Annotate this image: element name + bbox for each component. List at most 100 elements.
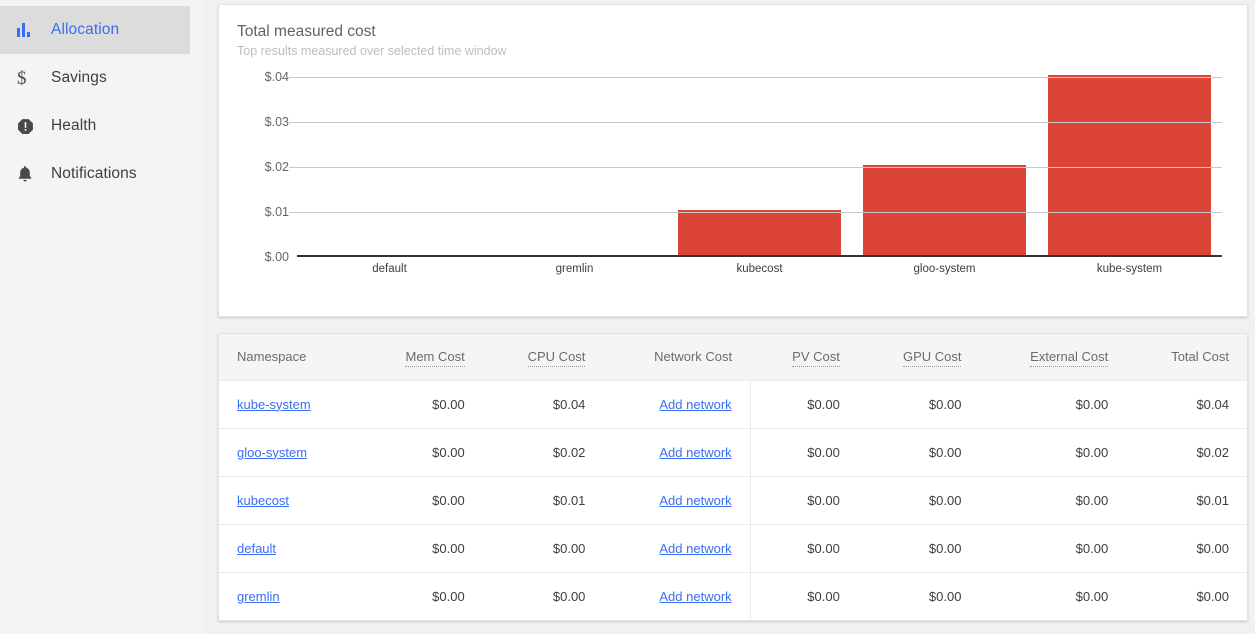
table-body: kube-system$0.00$0.04Add network$0.00$0.… <box>219 380 1247 620</box>
add-network-link[interactable]: Add network <box>659 589 731 604</box>
cell-total: $0.00 <box>1126 572 1247 620</box>
table-row: kubecost$0.00$0.01Add network$0.00$0.00$… <box>219 476 1247 524</box>
cell-gpu: $0.00 <box>858 572 980 620</box>
bar-kubecost[interactable] <box>678 210 841 255</box>
sidebar-item-label: Savings <box>51 69 107 87</box>
namespace-link[interactable]: gremlin <box>237 589 280 604</box>
bar-chart: $.00$.01$.02$.03$.04 defaultgremlinkubec… <box>219 77 1249 292</box>
table-head: Namespace Mem Cost CPU Cost Network Cost PV … <box>219 334 1247 380</box>
namespace-cost-table: Namespace Mem Cost CPU Cost Network Cost PV … <box>219 334 1247 620</box>
cell-external: $0.00 <box>979 476 1126 524</box>
main-content: Total measured cost Top results measured… <box>204 0 1255 634</box>
bar-chart-icon-wrap <box>17 23 43 37</box>
y-tick-label: $.02 <box>219 160 289 174</box>
bell-icon <box>17 165 33 183</box>
y-tick-label: $.00 <box>219 250 289 264</box>
column-header-total-cost[interactable]: Total Cost <box>1126 334 1247 380</box>
bar-group <box>1037 77 1222 255</box>
cell-mem: $0.00 <box>360 572 483 620</box>
column-header-label: Network Cost <box>654 349 732 364</box>
add-network-link[interactable]: Add network <box>659 445 731 460</box>
sidebar-item-savings[interactable]: $ Savings <box>0 54 204 102</box>
sidebar-item-allocation[interactable]: Allocation <box>0 6 190 54</box>
column-header-label: PV Cost <box>792 349 840 367</box>
table-row: gremlin$0.00$0.00Add network$0.00$0.00$0… <box>219 572 1247 620</box>
bar-chart-icon <box>17 23 30 37</box>
gridline <box>297 167 1222 168</box>
chart-title: Total measured cost <box>237 23 1227 41</box>
column-header-pv-cost[interactable]: PV Cost <box>750 334 858 380</box>
cell-namespace: kube-system <box>219 380 360 428</box>
bar-gloo-system[interactable] <box>863 165 1026 255</box>
cell-gpu: $0.00 <box>858 380 980 428</box>
bell-icon-wrap <box>17 165 43 183</box>
cell-namespace: gloo-system <box>219 428 360 476</box>
y-tick-label: $.04 <box>219 70 289 84</box>
total-measured-cost-card: Total measured cost Top results measured… <box>218 4 1248 317</box>
column-header-network-cost[interactable]: Network Cost <box>603 334 750 380</box>
y-tick-mark <box>289 212 297 213</box>
column-header-label: CPU Cost <box>528 349 586 367</box>
cell-network: Add network <box>603 476 750 524</box>
table-row: kube-system$0.00$0.04Add network$0.00$0.… <box>219 380 1247 428</box>
cell-network: Add network <box>603 380 750 428</box>
cell-external: $0.00 <box>979 428 1126 476</box>
column-header-namespace[interactable]: Namespace <box>219 334 360 380</box>
cell-gpu: $0.00 <box>858 428 980 476</box>
sidebar-item-notifications[interactable]: Notifications <box>0 150 204 198</box>
cell-mem: $0.00 <box>360 524 483 572</box>
sidebar-item-label: Allocation <box>51 21 119 39</box>
dollar-sign-icon: $ <box>17 69 27 88</box>
cell-cpu: $0.02 <box>483 428 604 476</box>
column-header-label: Mem Cost <box>405 349 464 367</box>
y-axis-labels: $.00$.01$.02$.03$.04 <box>219 77 289 257</box>
cell-network: Add network <box>603 572 750 620</box>
table-row: gloo-system$0.00$0.02Add network$0.00$0.… <box>219 428 1247 476</box>
app-root: Allocation $ Savings Health Notifications To… <box>0 0 1255 634</box>
cell-external: $0.00 <box>979 380 1126 428</box>
chart-subtitle: Top results measured over selected time … <box>237 44 1227 58</box>
bar-group <box>482 77 667 255</box>
x-tick-label: default <box>297 263 482 275</box>
namespace-link[interactable]: default <box>237 541 276 556</box>
cell-pv: $0.00 <box>750 476 858 524</box>
namespace-link[interactable]: kubecost <box>237 493 289 508</box>
table-row: default$0.00$0.00Add network$0.00$0.00$0… <box>219 524 1247 572</box>
column-header-gpu-cost[interactable]: GPU Cost <box>858 334 980 380</box>
x-tick-label: gloo-system <box>852 263 1037 275</box>
x-tick-label: kubecost <box>667 263 852 275</box>
cell-gpu: $0.00 <box>858 476 980 524</box>
x-axis-line <box>297 255 1222 257</box>
cell-total: $0.04 <box>1126 380 1247 428</box>
column-header-external-cost[interactable]: External Cost <box>979 334 1126 380</box>
column-header-mem-cost[interactable]: Mem Cost <box>360 334 483 380</box>
namespace-link[interactable]: kube-system <box>237 397 311 412</box>
sidebar-item-label: Notifications <box>51 165 137 183</box>
bar-series <box>297 77 1222 255</box>
cell-external: $0.00 <box>979 572 1126 620</box>
add-network-link[interactable]: Add network <box>659 397 731 412</box>
add-network-link[interactable]: Add network <box>659 541 731 556</box>
bar-group <box>852 77 1037 255</box>
cell-pv: $0.00 <box>750 428 858 476</box>
x-tick-label: kube-system <box>1037 263 1222 275</box>
cell-cpu: $0.00 <box>483 524 604 572</box>
cell-pv: $0.00 <box>750 572 858 620</box>
dollar-sign-icon-wrap: $ <box>17 69 43 88</box>
column-header-label: Total Cost <box>1171 349 1229 364</box>
y-tick-mark <box>289 77 297 78</box>
column-header-label: GPU Cost <box>903 349 962 367</box>
bar-kube-system[interactable] <box>1048 75 1211 255</box>
column-header-label: External Cost <box>1030 349 1108 367</box>
sidebar-item-health[interactable]: Health <box>0 102 204 150</box>
cell-network: Add network <box>603 524 750 572</box>
cell-cpu: $0.04 <box>483 380 604 428</box>
add-network-link[interactable]: Add network <box>659 493 731 508</box>
x-axis-labels: defaultgremlinkubecostgloo-systemkube-sy… <box>297 263 1222 275</box>
namespace-link[interactable]: gloo-system <box>237 445 307 460</box>
gridline <box>297 122 1222 123</box>
bar-group <box>667 77 852 255</box>
sidebar: Allocation $ Savings Health Notifications <box>0 0 204 634</box>
bar-group <box>297 77 482 255</box>
column-header-cpu-cost[interactable]: CPU Cost <box>483 334 604 380</box>
